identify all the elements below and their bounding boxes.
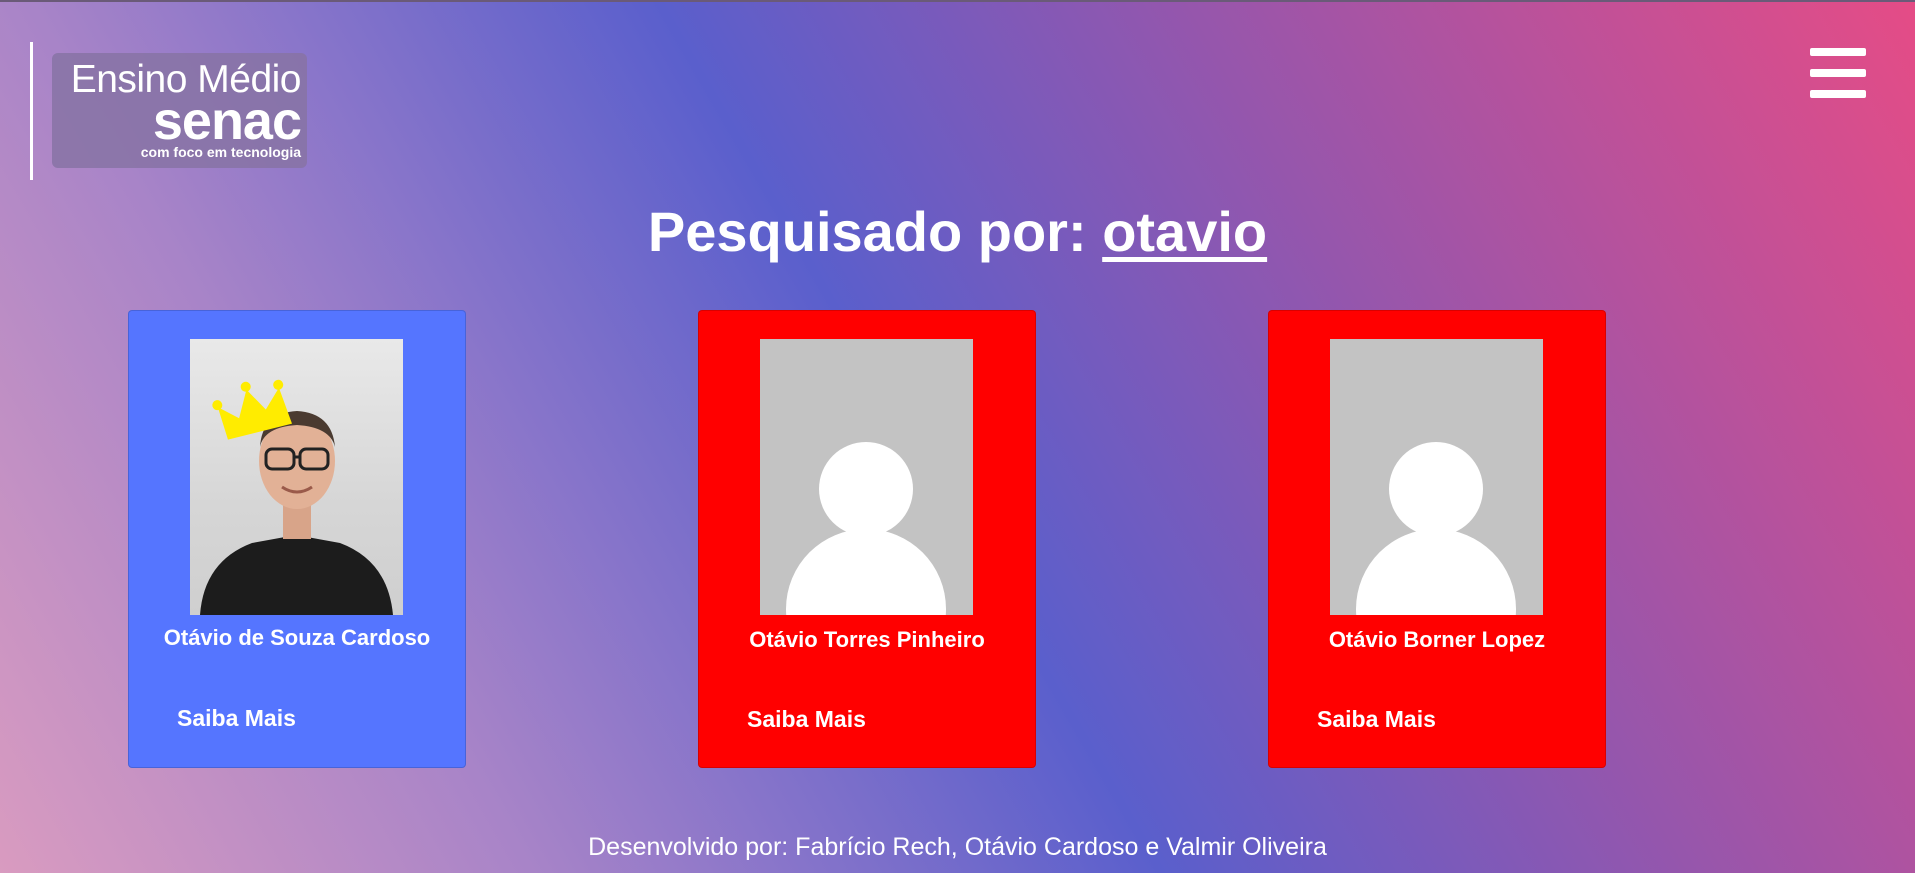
student-name: Otávio Borner Lopez xyxy=(1328,627,1546,652)
student-card: Otávio Torres Pinheiro Saiba Mais xyxy=(698,310,1036,768)
avatar-head xyxy=(819,442,913,536)
menu-bar xyxy=(1810,48,1866,56)
student-card: Otávio Borner Lopez Saiba Mais xyxy=(1268,310,1606,768)
search-prefix: Pesquisado por: xyxy=(647,200,1103,263)
top-border xyxy=(0,0,1915,2)
brand-divider xyxy=(30,42,33,180)
logo-line-2: senac xyxy=(152,91,302,151)
student-photo xyxy=(190,339,403,615)
avatar-body xyxy=(786,529,946,615)
student-name: Otávio de Souza Cardoso xyxy=(163,625,431,650)
search-term: otavio xyxy=(1102,200,1268,263)
saiba-mais-link[interactable]: Saiba Mais xyxy=(1317,704,1436,734)
hamburger-menu-icon[interactable] xyxy=(1810,48,1866,98)
senac-logo[interactable]: Ensino Médio senac com foco em tecnologi… xyxy=(52,53,307,168)
page-title: Pesquisado por: otavio xyxy=(0,198,1915,266)
saiba-mais-link[interactable]: Saiba Mais xyxy=(177,703,296,733)
logo-tagline: com foco em tecnologia xyxy=(140,144,301,160)
avatar-head xyxy=(1389,442,1483,536)
default-avatar-icon xyxy=(760,339,973,615)
avatar-body xyxy=(1356,529,1516,615)
menu-bar xyxy=(1810,90,1866,98)
student-name: Otávio Torres Pinheiro xyxy=(749,627,985,652)
footer-credits: Desenvolvido por: Fabrício Rech, Otávio … xyxy=(588,833,1327,861)
menu-bar xyxy=(1810,69,1866,77)
student-photo-with-crown xyxy=(200,379,393,615)
student-card: Otávio de Souza Cardoso Saiba Mais xyxy=(128,310,466,768)
saiba-mais-link[interactable]: Saiba Mais xyxy=(747,704,866,734)
default-avatar-icon xyxy=(1330,339,1543,615)
